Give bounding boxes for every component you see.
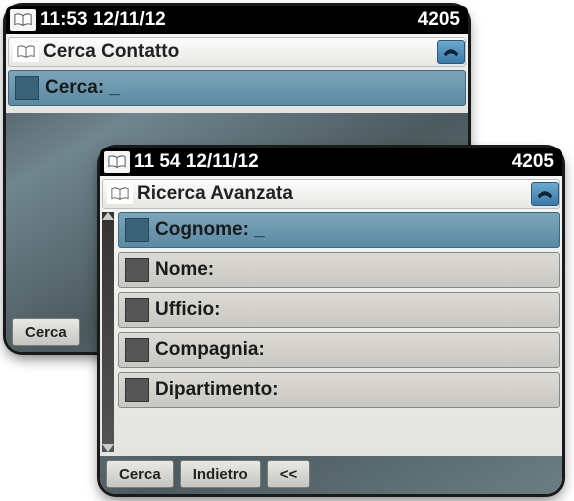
search-field[interactable]: Cerca: _ — [8, 70, 466, 106]
search-button[interactable]: Cerca — [106, 460, 174, 488]
search-label: Cerca: _ — [45, 77, 120, 99]
field-icon — [125, 218, 149, 242]
field-label: Ufficio: — [155, 299, 220, 321]
phone-icon[interactable] — [531, 182, 559, 206]
scrollbar[interactable] — [102, 212, 114, 452]
field-icon — [125, 258, 149, 282]
page-title-row: Ricerca Avanzata — [102, 179, 560, 209]
field-label: Compagnia: — [155, 339, 265, 361]
field-label: Cognome: _ — [155, 219, 265, 241]
cognome-field[interactable]: Cognome: _ — [118, 212, 560, 248]
status-extension: 4205 — [512, 151, 554, 173]
back-button[interactable]: Indietro — [180, 460, 261, 488]
field-list: Cognome: _ Nome: Ufficio: Compagnia: — [100, 212, 562, 452]
status-bar: 11:53 12/11/12 4205 — [6, 6, 468, 34]
book-icon — [107, 184, 133, 204]
status-time: 11:53 12/11/12 — [40, 9, 166, 31]
status-bar: 11 54 12/11/12 4205 — [100, 148, 562, 176]
page-title-row: Cerca Contatto — [8, 37, 466, 67]
nome-field[interactable]: Nome: — [118, 252, 560, 288]
field-label: Nome: — [155, 259, 214, 281]
field-icon — [15, 76, 39, 100]
search-button[interactable]: Cerca — [12, 318, 80, 346]
dipartimento-field[interactable]: Dipartimento: — [118, 372, 560, 408]
phone-icon[interactable] — [437, 40, 465, 64]
prev-button[interactable]: << — [267, 460, 311, 488]
toolbar: Cerca — [6, 312, 86, 352]
field-icon — [125, 378, 149, 402]
field-label: Dipartimento: — [155, 379, 279, 401]
screen: 11 54 12/11/12 4205 Ricerca Avanzata — [100, 148, 562, 494]
page-title: Cerca Contatto — [43, 41, 437, 63]
compagnia-field[interactable]: Compagnia: — [118, 332, 560, 368]
toolbar: Cerca Indietro << — [100, 454, 562, 494]
book-icon — [13, 42, 39, 62]
field-icon — [125, 298, 149, 322]
book-icon — [104, 151, 130, 173]
ufficio-field[interactable]: Ufficio: — [118, 292, 560, 328]
status-time: 11 54 12/11/12 — [134, 151, 259, 173]
scroll-up-icon[interactable] — [102, 212, 114, 220]
phone-screen-advanced-search: 11 54 12/11/12 4205 Ricerca Avanzata — [100, 148, 562, 494]
field-icon — [125, 338, 149, 362]
page-title: Ricerca Avanzata — [137, 183, 531, 205]
book-icon — [10, 9, 36, 31]
status-extension: 4205 — [418, 9, 460, 31]
scroll-down-icon[interactable] — [102, 444, 114, 452]
